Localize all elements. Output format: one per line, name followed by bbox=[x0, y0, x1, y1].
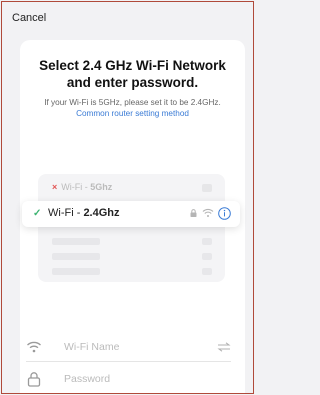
placeholder-bar bbox=[52, 253, 100, 260]
password-field[interactable]: Password bbox=[20, 366, 245, 393]
title-line-1: Select 2.4 GHz Wi-Fi Network bbox=[39, 58, 226, 73]
wifi-icon bbox=[202, 208, 214, 217]
wifi-24g-prefix: Wi-Fi - bbox=[48, 207, 84, 219]
password-input[interactable]: Password bbox=[64, 373, 110, 385]
top-bar: Cancel bbox=[2, 2, 253, 38]
field-divider bbox=[26, 361, 231, 362]
app-frame: Cancel Select 2.4 GHz Wi-Fi Network and … bbox=[1, 1, 254, 394]
placeholder-block bbox=[202, 268, 212, 275]
page-title: Select 2.4 GHz Wi-Fi Network and enter p… bbox=[20, 57, 245, 91]
lock-icon bbox=[27, 372, 41, 387]
wifi-24g-label: Wi-Fi - 2.4Ghz bbox=[48, 207, 120, 219]
info-icon bbox=[218, 207, 231, 220]
wifi-setup-sheet: Select 2.4 GHz Wi-Fi Network and enter p… bbox=[20, 40, 245, 393]
wifi-5g-row: × Wi-Fi - 5Ghz bbox=[52, 182, 212, 196]
swap-icon[interactable] bbox=[217, 342, 231, 352]
wifi-band-illustration: × Wi-Fi - 5Ghz ✓ Wi-Fi - 2.4Ghz bbox=[22, 174, 240, 282]
wifi-5g-prefix: Wi-Fi - bbox=[61, 182, 91, 192]
router-setting-link[interactable]: Common router setting method bbox=[76, 109, 189, 118]
wifi-icon bbox=[27, 341, 41, 353]
hint-text: If your Wi-Fi is 5GHz, please set it to … bbox=[30, 97, 235, 119]
check-icon: ✓ bbox=[33, 208, 42, 219]
hint-body: If your Wi-Fi is 5GHz, please set it to … bbox=[44, 98, 221, 107]
placeholder-block bbox=[202, 238, 212, 245]
placeholder-bar bbox=[52, 238, 100, 245]
placeholder-block bbox=[202, 253, 212, 260]
wifi-name-field[interactable]: Wi-Fi Name bbox=[20, 334, 245, 362]
wifi-24g-band: 2.4Ghz bbox=[83, 207, 120, 219]
placeholder-block bbox=[202, 184, 212, 192]
cancel-button[interactable]: Cancel bbox=[12, 12, 46, 24]
cross-icon: × bbox=[52, 182, 58, 192]
wifi-name-input[interactable]: Wi-Fi Name bbox=[64, 341, 119, 353]
placeholder-bar bbox=[52, 268, 100, 275]
lock-icon bbox=[190, 209, 197, 217]
wifi-24g-row: ✓ Wi-Fi - 2.4Ghz bbox=[22, 201, 240, 227]
title-line-2: and enter password. bbox=[66, 75, 199, 90]
wifi-5g-band: 5Ghz bbox=[90, 182, 113, 192]
